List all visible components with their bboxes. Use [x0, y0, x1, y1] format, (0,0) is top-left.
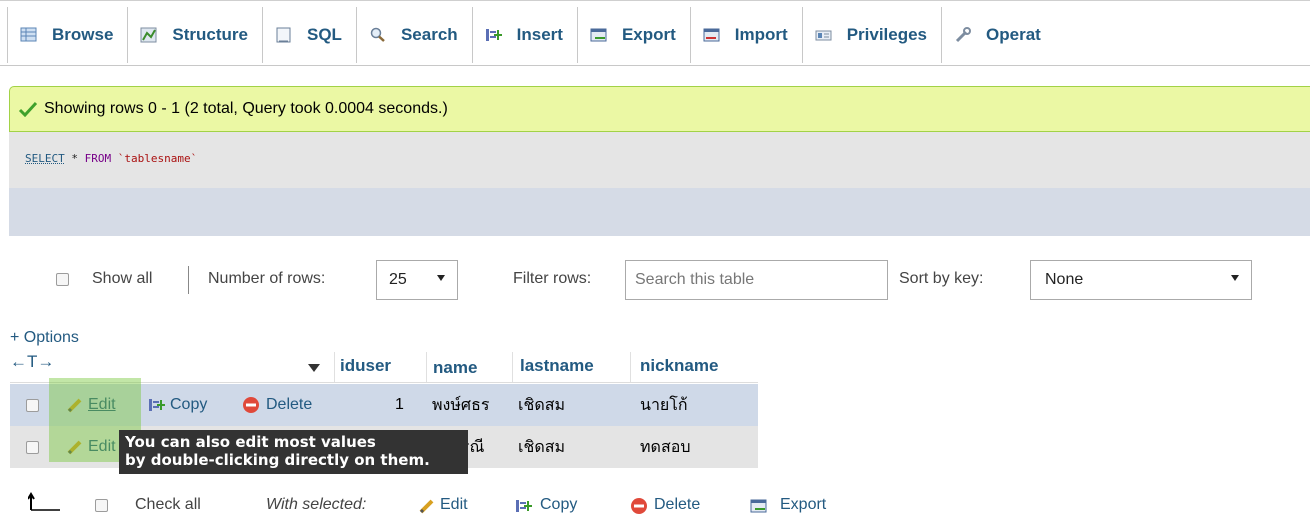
col-sep [426, 352, 427, 382]
tab-bar: Browse Structure SQL Search Insert Expor [0, 0, 1310, 66]
structure-icon [140, 27, 158, 43]
column-header-name[interactable]: name [433, 358, 477, 378]
tabs: Browse Structure SQL Search Insert Expor [7, 7, 1055, 63]
tooltip: You can also edit most values by double-… [119, 430, 468, 474]
delete-link[interactable]: Delete [266, 396, 312, 414]
sort-label: Sort by key: [899, 270, 984, 287]
tab-search-label: Search [400, 25, 458, 44]
check-icon [18, 101, 38, 117]
chevron-down-icon [437, 275, 445, 281]
bulk-actions-bar: Check all With selected: Edit Copy Delet… [0, 486, 1310, 520]
filter-placeholder: Search this table [635, 271, 755, 288]
cell-name[interactable]: พงษ์ศธร [432, 384, 489, 426]
cell-lastname[interactable]: เชิดสม [518, 384, 565, 426]
filter-label: Filter rows: [513, 270, 592, 287]
tab-operations-label: Operat [986, 25, 1041, 44]
cell-nickname[interactable]: นายโก้ [640, 384, 688, 426]
row-checkbox[interactable] [26, 441, 39, 454]
tab-structure-label: Structure [172, 25, 248, 44]
copy-action[interactable]: Copy [148, 384, 207, 426]
browse-icon [20, 27, 38, 43]
bulk-delete-button[interactable]: Delete [654, 496, 700, 514]
options-link[interactable]: + Options [10, 329, 79, 347]
privileges-icon [815, 27, 833, 43]
divider [188, 266, 189, 294]
col-sep [512, 352, 513, 382]
cell-iduser[interactable]: 1 [395, 384, 404, 426]
pencil-icon [419, 499, 434, 514]
tab-browse[interactable]: Browse [8, 7, 129, 63]
copy-link[interactable]: Copy [170, 396, 207, 414]
copy-icon [516, 500, 532, 512]
import-icon [703, 27, 721, 43]
chevron-down-icon [1231, 275, 1239, 281]
tab-insert-label: Insert [516, 25, 563, 44]
sql-from-keyword: FROM [84, 152, 112, 165]
tooltip-line-2: by double-clicking directly on them. [125, 451, 430, 469]
row-checkbox[interactable] [26, 399, 39, 412]
tab-import-label: Import [734, 25, 788, 44]
show-all-checkbox[interactable] [56, 273, 69, 286]
export-icon [750, 499, 767, 513]
table-navigation: Show all Number of rows: 25 Filter rows:… [0, 256, 1310, 306]
arrow-up-icon [28, 492, 60, 511]
sort-value: None [1045, 271, 1084, 288]
sql-icon [275, 27, 293, 43]
tab-sql[interactable]: SQL [263, 7, 357, 63]
sql-table-name: `tablesname` [111, 152, 198, 165]
tab-export[interactable]: Export [578, 7, 691, 63]
delete-icon [243, 397, 259, 413]
sql-query-toolbar [9, 188, 1310, 236]
col-sep [630, 352, 631, 382]
sort-select[interactable]: None [1030, 260, 1252, 300]
message-text: Showing rows 0 - 1 (2 total, Query took … [44, 100, 448, 117]
tab-operations[interactable]: Operat [942, 7, 1055, 63]
success-message: Showing rows 0 - 1 (2 total, Query took … [9, 86, 1310, 132]
rows-select[interactable]: 25 [376, 260, 458, 300]
copy-icon [149, 399, 165, 411]
sql-query-box: SELECT * FROM `tablesname` [9, 132, 1310, 188]
bulk-edit-button[interactable]: Edit [440, 496, 468, 514]
tab-privileges-label: Privileges [846, 25, 928, 44]
sql-star: * [64, 152, 85, 165]
show-all-label: Show all [92, 270, 153, 287]
column-header-nickname[interactable]: nickname [640, 356, 718, 376]
tab-privileges[interactable]: Privileges [803, 7, 943, 63]
column-header-lastname[interactable]: lastname [520, 356, 594, 376]
tab-underline [0, 65, 1310, 66]
check-all-label[interactable]: Check all [135, 496, 201, 514]
filter-rows-input[interactable]: Search this table [625, 260, 888, 300]
delete-action[interactable]: Delete [242, 384, 312, 426]
column-arrows[interactable]: ←T→ [10, 352, 54, 372]
tab-structure[interactable]: Structure [128, 7, 263, 63]
rows-value: 25 [389, 271, 407, 288]
operations-icon [954, 27, 972, 43]
tab-import[interactable]: Import [691, 7, 803, 63]
export-icon [590, 27, 608, 43]
sql-select-keyword[interactable]: SELECT [25, 152, 65, 165]
rows-label: Number of rows: [208, 270, 326, 287]
check-all-checkbox[interactable] [95, 499, 108, 512]
delete-icon [631, 498, 647, 514]
cell-lastname[interactable]: เชิดสม [518, 426, 565, 468]
bulk-copy-button[interactable]: Copy [540, 496, 577, 514]
search-icon [369, 27, 387, 43]
tab-insert[interactable]: Insert [473, 7, 578, 63]
cell-nickname[interactable]: ทดสอบ [640, 426, 690, 468]
tooltip-line-1: You can also edit most values [125, 433, 376, 451]
bulk-export-button[interactable]: Export [780, 496, 826, 514]
tab-export-label: Export [621, 25, 676, 44]
with-selected-label: With selected: [266, 496, 367, 513]
tab-browse-label: Browse [52, 25, 114, 44]
column-header-iduser[interactable]: iduser [340, 356, 391, 376]
col-sep [334, 352, 335, 382]
tab-sql-label: SQL [307, 25, 342, 44]
tab-search[interactable]: Search [357, 7, 473, 63]
column-menu-icon[interactable] [308, 364, 320, 372]
insert-icon [485, 27, 503, 43]
